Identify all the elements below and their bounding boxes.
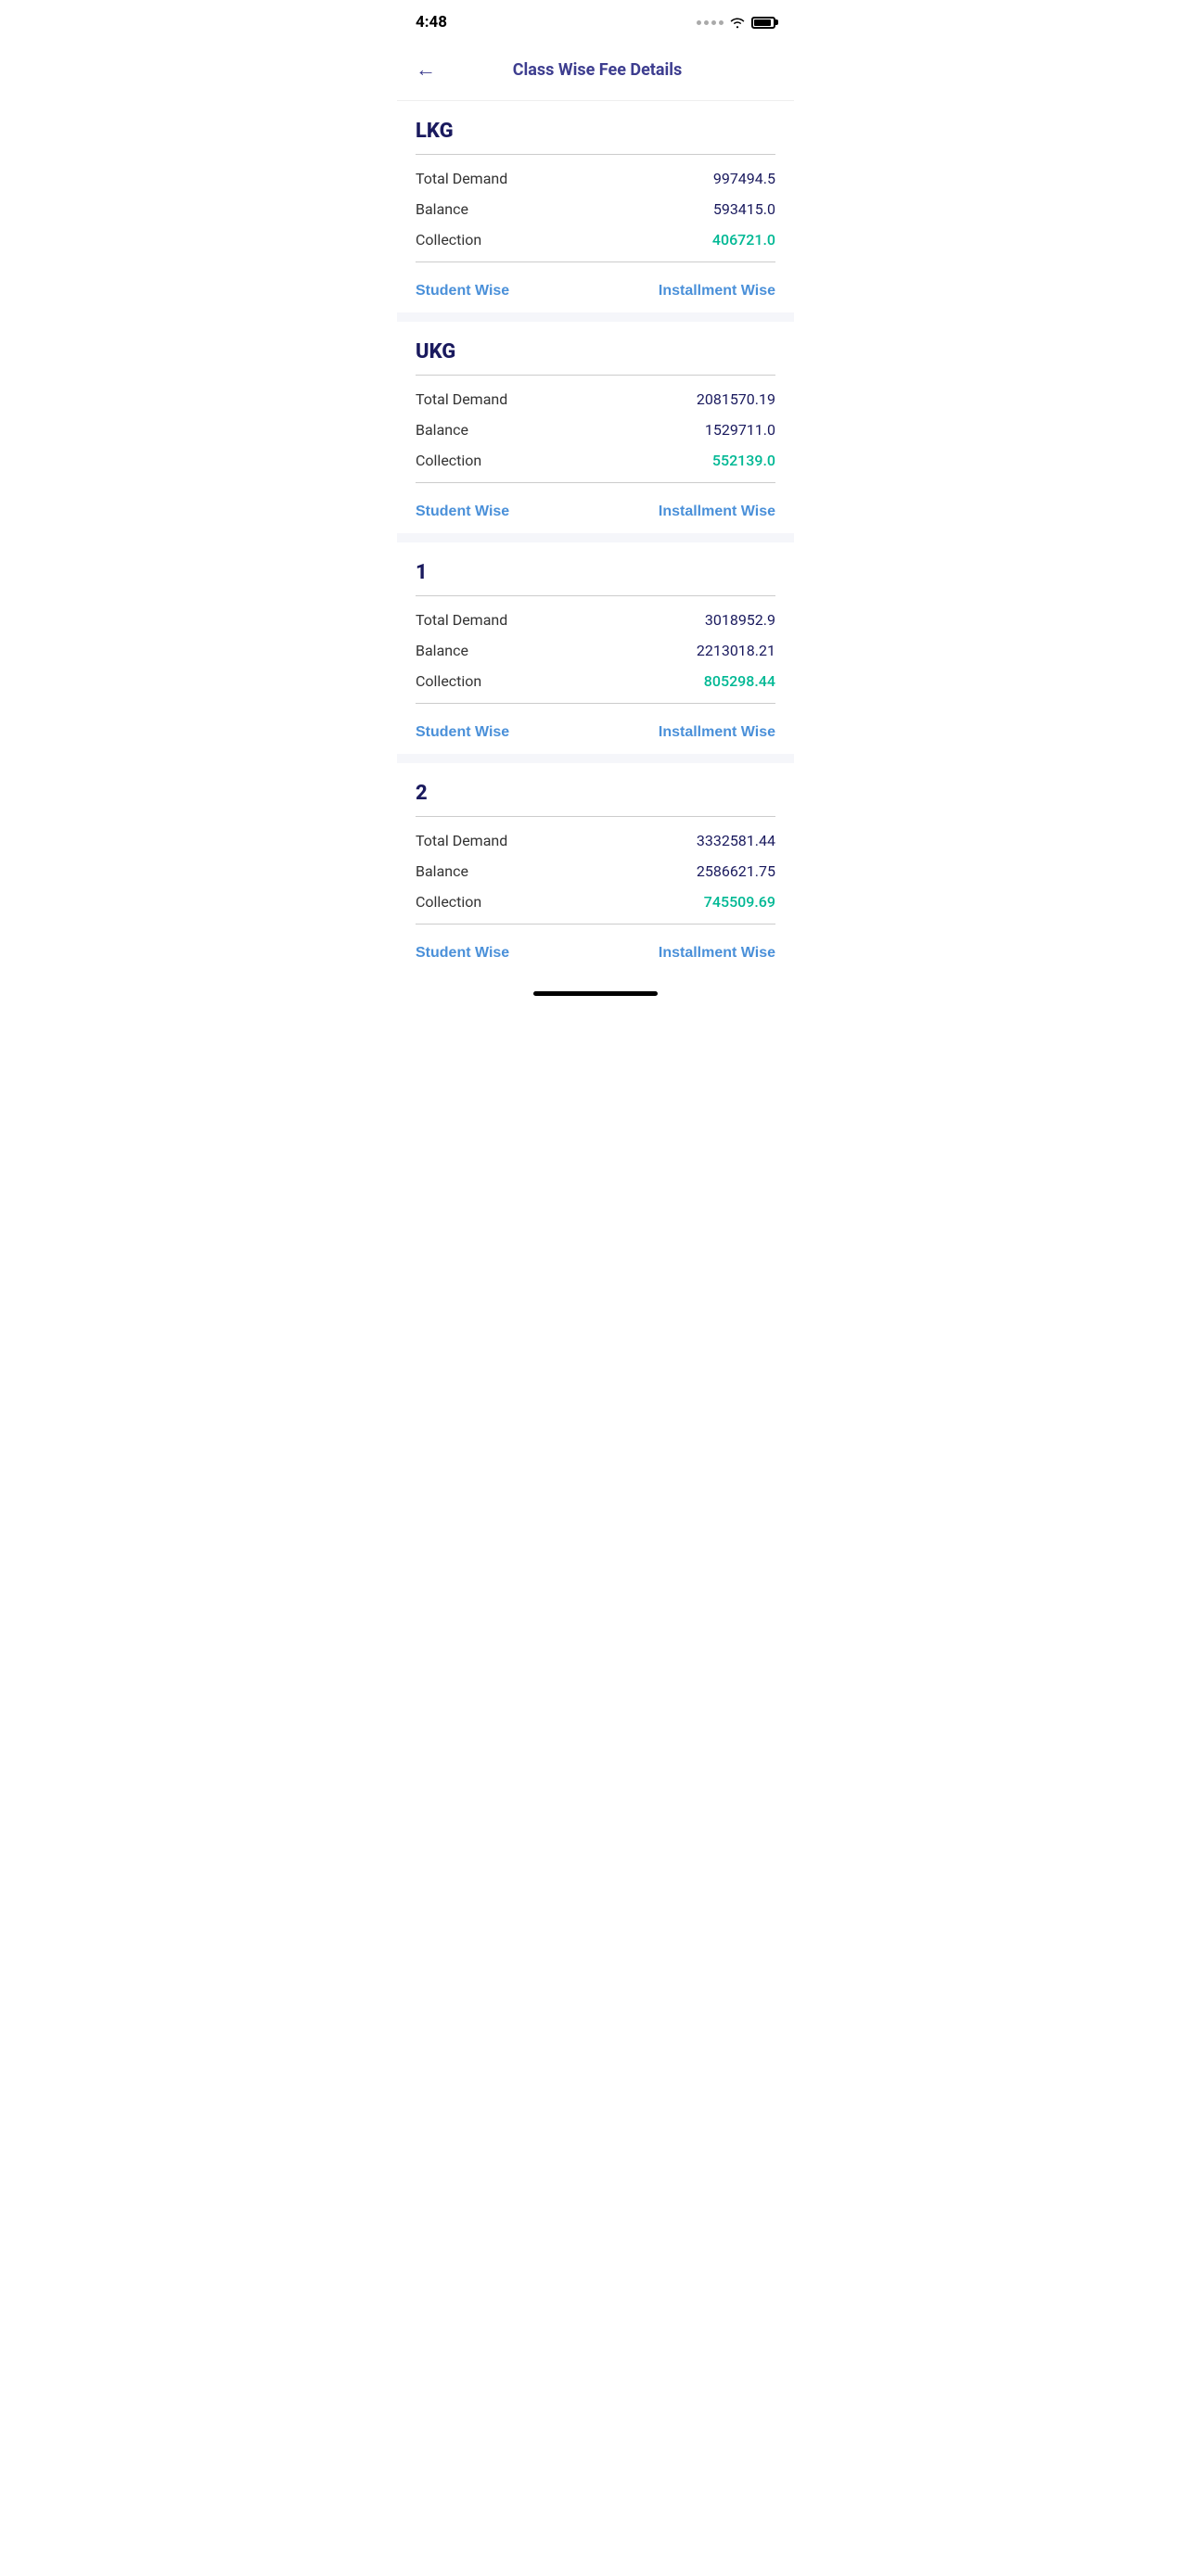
- balance-value-class1: 2213018.21: [697, 642, 775, 659]
- class-card-class2: 2 Total Demand 3332581.44 Balance 258662…: [397, 763, 794, 975]
- signal-icon: [697, 20, 724, 25]
- collection-label-ukg: Collection: [416, 452, 481, 469]
- balance-value-class2: 2586621.75: [697, 862, 775, 880]
- installment-wise-button-class2[interactable]: Installment Wise: [659, 945, 775, 962]
- installment-wise-button-class1[interactable]: Installment Wise: [659, 724, 775, 741]
- battery-icon: [751, 17, 775, 29]
- balance-row-class1: Balance 2213018.21: [416, 642, 775, 659]
- class-card-class1: 1 Total Demand 3018952.9 Balance 2213018…: [397, 542, 794, 754]
- back-button[interactable]: ←: [416, 54, 447, 85]
- total-demand-row-lkg: Total Demand 997494.5: [416, 170, 775, 187]
- balance-row-ukg: Balance 1529711.0: [416, 421, 775, 439]
- class-card-lkg: LKG Total Demand 997494.5 Balance 593415…: [397, 101, 794, 312]
- collection-value-lkg: 406721.0: [712, 231, 775, 249]
- student-wise-button-class2[interactable]: Student Wise: [416, 945, 509, 962]
- page-title: Class Wise Fee Details: [447, 60, 775, 80]
- installment-wise-button-lkg[interactable]: Installment Wise: [659, 283, 775, 300]
- total-demand-label-ukg: Total Demand: [416, 390, 507, 408]
- total-demand-row-class2: Total Demand 3332581.44: [416, 832, 775, 849]
- class-name-ukg: UKG: [416, 340, 775, 363]
- installment-wise-button-ukg[interactable]: Installment Wise: [659, 504, 775, 520]
- home-bar: [533, 991, 658, 996]
- collection-value-class2: 745509.69: [704, 893, 775, 911]
- class-card-ukg: UKG Total Demand 2081570.19 Balance 1529…: [397, 322, 794, 533]
- action-row-class2: Student Wise Installment Wise: [416, 932, 775, 975]
- class-name-lkg: LKG: [416, 120, 775, 143]
- wifi-icon: [729, 16, 746, 29]
- top-divider-ukg: [416, 375, 775, 376]
- action-row-class1: Student Wise Installment Wise: [416, 711, 775, 754]
- student-wise-button-ukg[interactable]: Student Wise: [416, 504, 509, 520]
- status-time: 4:48: [416, 13, 447, 32]
- total-demand-value-class1: 3018952.9: [705, 611, 775, 629]
- balance-label-class1: Balance: [416, 642, 468, 659]
- balance-label-ukg: Balance: [416, 421, 468, 439]
- collection-label-class2: Collection: [416, 893, 481, 911]
- total-demand-value-lkg: 997494.5: [713, 170, 775, 187]
- total-demand-value-ukg: 2081570.19: [697, 390, 775, 408]
- action-divider-ukg: [416, 482, 775, 483]
- total-demand-row-class1: Total Demand 3018952.9: [416, 611, 775, 629]
- action-row-lkg: Student Wise Installment Wise: [416, 270, 775, 312]
- top-divider-lkg: [416, 154, 775, 155]
- collection-label-lkg: Collection: [416, 231, 481, 249]
- collection-label-class1: Collection: [416, 672, 481, 690]
- total-demand-label-class2: Total Demand: [416, 832, 507, 849]
- balance-value-lkg: 593415.0: [713, 200, 775, 218]
- collection-row-lkg: Collection 406721.0: [416, 231, 775, 249]
- content: LKG Total Demand 997494.5 Balance 593415…: [397, 101, 794, 975]
- status-icons: [697, 16, 775, 29]
- status-bar: 4:48: [397, 0, 794, 39]
- header: ← Class Wise Fee Details: [397, 39, 794, 101]
- balance-label-lkg: Balance: [416, 200, 468, 218]
- class-name-class2: 2: [416, 782, 775, 805]
- collection-value-class1: 805298.44: [704, 672, 775, 690]
- balance-row-lkg: Balance 593415.0: [416, 200, 775, 218]
- action-row-ukg: Student Wise Installment Wise: [416, 491, 775, 533]
- student-wise-button-lkg[interactable]: Student Wise: [416, 283, 509, 300]
- home-indicator: [397, 984, 794, 1000]
- collection-row-class1: Collection 805298.44: [416, 672, 775, 690]
- top-divider-class1: [416, 595, 775, 596]
- top-divider-class2: [416, 816, 775, 817]
- collection-row-ukg: Collection 552139.0: [416, 452, 775, 469]
- collection-row-class2: Collection 745509.69: [416, 893, 775, 911]
- student-wise-button-class1[interactable]: Student Wise: [416, 724, 509, 741]
- action-divider-lkg: [416, 261, 775, 262]
- total-demand-label-lkg: Total Demand: [416, 170, 507, 187]
- action-divider-class1: [416, 703, 775, 704]
- total-demand-row-ukg: Total Demand 2081570.19: [416, 390, 775, 408]
- balance-label-class2: Balance: [416, 862, 468, 880]
- action-divider-class2: [416, 924, 775, 925]
- balance-row-class2: Balance 2586621.75: [416, 862, 775, 880]
- class-name-class1: 1: [416, 561, 775, 584]
- total-demand-label-class1: Total Demand: [416, 611, 507, 629]
- collection-value-ukg: 552139.0: [712, 452, 775, 469]
- total-demand-value-class2: 3332581.44: [697, 832, 775, 849]
- balance-value-ukg: 1529711.0: [705, 421, 775, 439]
